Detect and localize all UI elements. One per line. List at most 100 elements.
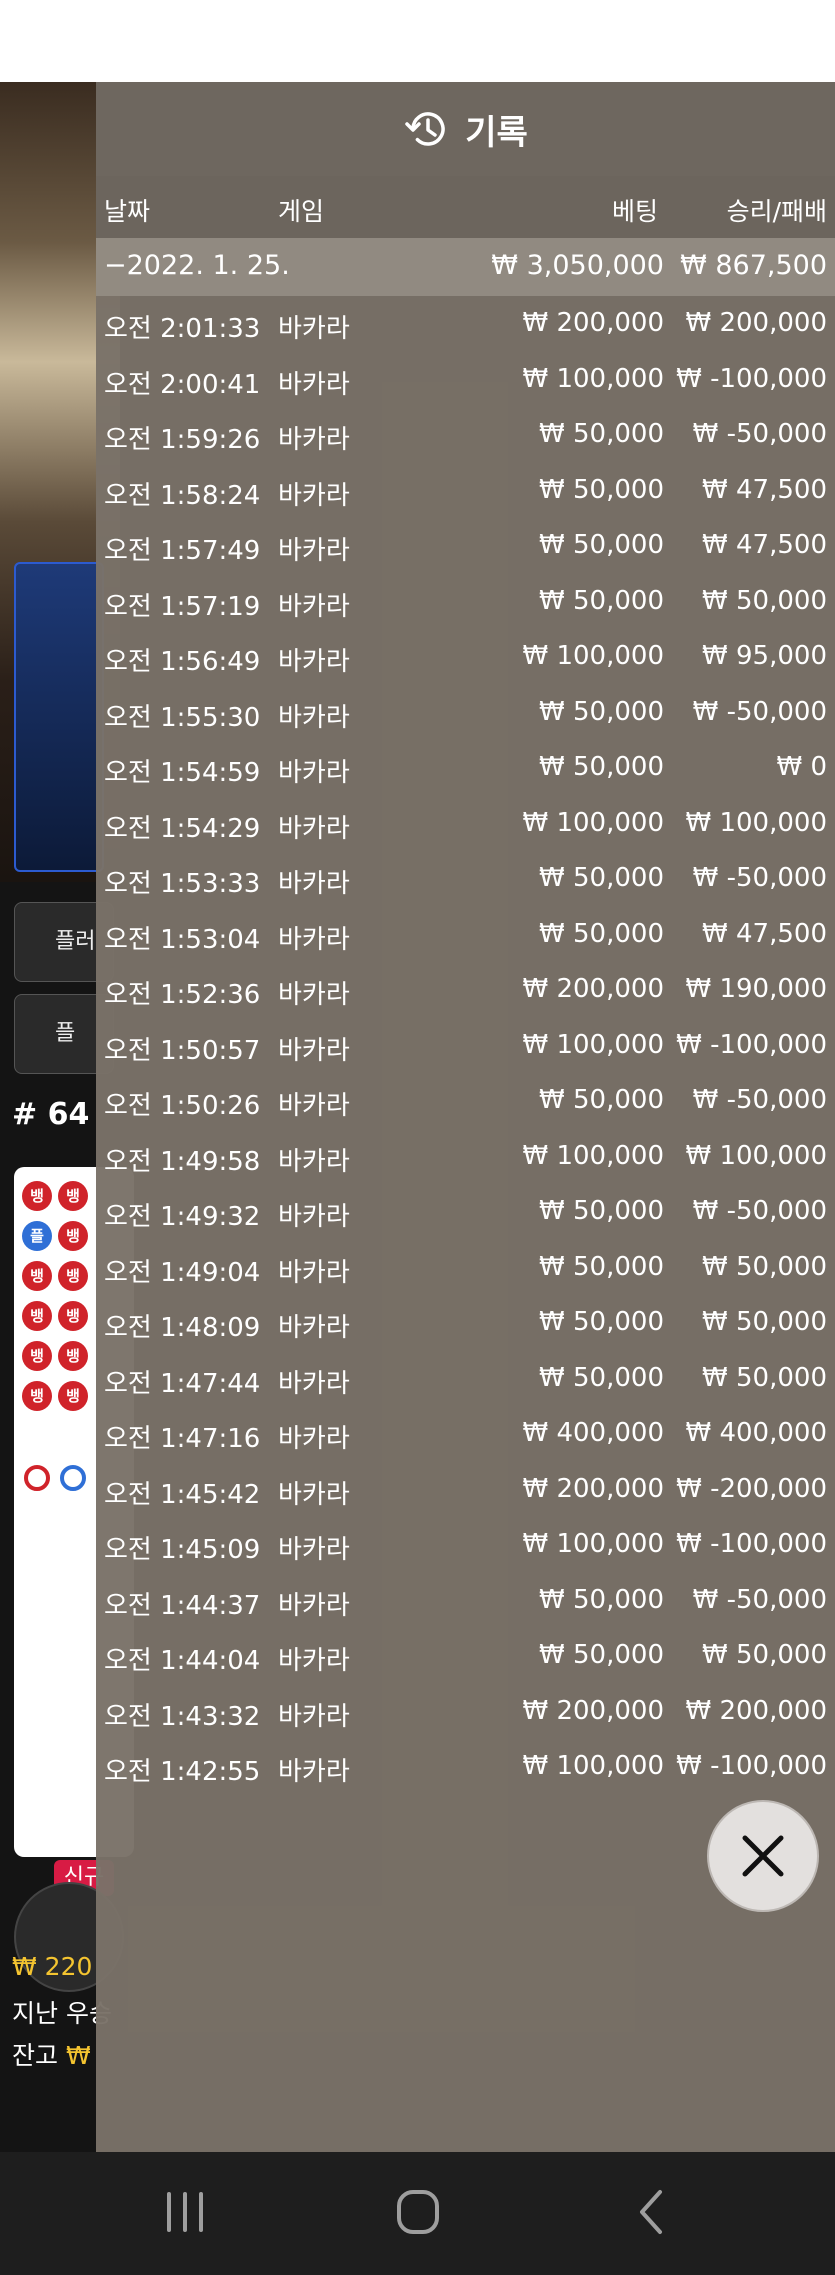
road-banker-cell: 뱅	[58, 1221, 88, 1251]
close-button[interactable]	[707, 1800, 819, 1912]
row-bet: ₩ 100,000	[522, 807, 665, 838]
row-result: ₩ 95,000	[702, 641, 827, 671]
history-row: 오전 1:48:09 바카라 ₩ 50,000 ₩ 50,000	[96, 1295, 835, 1351]
home-icon[interactable]	[378, 2182, 458, 2242]
row-result: ₩ 50,000	[702, 1251, 827, 1282]
row-result: ₩ -50,000	[692, 1085, 827, 1115]
row-game: 바카라	[278, 1757, 350, 1787]
row-bet: ₩ 50,000	[539, 1085, 664, 1115]
row-bet: ₩ 50,000	[539, 1584, 664, 1615]
history-column-headers: 날짜 게임 베팅 승리/패배	[96, 176, 835, 238]
row-time: 오전 1:53:04	[104, 924, 261, 955]
summary-result-total: ₩ 867,500	[680, 250, 827, 281]
history-row: 오전 1:53:04 바카라 ₩ 50,000 ₩ 47,500	[96, 907, 835, 963]
history-header: 기록	[96, 82, 835, 176]
row-time: 오전 1:43:32	[104, 1701, 261, 1732]
history-row: 오전 1:44:37 바카라 ₩ 50,000 ₩ -50,000	[96, 1573, 835, 1629]
row-game: 바카라	[278, 1424, 350, 1454]
row-result: ₩ 100,000	[685, 1140, 828, 1171]
row-bet: ₩ 100,000	[522, 1529, 665, 1559]
row-game: 바카라	[278, 480, 350, 511]
big-road-player-ring	[60, 1465, 86, 1491]
row-result: ₩ 47,500	[702, 530, 827, 560]
row-time: 오전 1:53:33	[104, 869, 261, 899]
row-result: ₩ 0	[776, 752, 827, 782]
row-result: ₩ -100,000	[676, 363, 827, 394]
history-row: 오전 1:54:59 바카라 ₩ 50,000 ₩ 0	[96, 740, 835, 796]
history-row: 오전 1:44:04 바카라 ₩ 50,000 ₩ 50,000	[96, 1628, 835, 1684]
row-time: 오전 1:47:16	[104, 1424, 261, 1454]
row-game: 바카라	[278, 536, 350, 566]
row-result: ₩ 400,000	[685, 1418, 828, 1448]
row-bet: ₩ 100,000	[522, 1140, 665, 1171]
round-number: # 64	[12, 1097, 90, 1132]
date-summary-row[interactable]: −2022. 1. 25. ₩ 3,050,000 ₩ 867,500	[96, 238, 835, 296]
recent-apps-icon[interactable]	[145, 2182, 225, 2242]
row-game: 바카라	[278, 369, 350, 400]
row-result: ₩ 100,000	[685, 807, 828, 838]
row-game: 바카라	[278, 924, 350, 955]
row-result: ₩ -100,000	[676, 1529, 827, 1559]
current-bet-amount: ₩ 220	[12, 1952, 93, 1981]
history-row: 오전 1:50:26 바카라 ₩ 50,000 ₩ -50,000	[96, 1073, 835, 1129]
summary-bet-total: ₩ 3,050,000	[491, 250, 664, 281]
summary-date: −2022. 1. 25.	[104, 250, 290, 281]
row-game: 바카라	[278, 758, 350, 788]
back-icon[interactable]	[612, 2182, 692, 2242]
history-row: 오전 1:49:32 바카라 ₩ 50,000 ₩ -50,000	[96, 1184, 835, 1240]
history-row: 오전 1:47:44 바카라 ₩ 50,000 ₩ 50,000	[96, 1351, 835, 1407]
row-time: 오전 1:54:29	[104, 813, 261, 844]
row-bet: ₩ 200,000	[522, 974, 665, 1004]
history-panel: 기록 날짜 게임 베팅 승리/패배 −2022. 1. 25. ₩ 3,050,…	[96, 82, 835, 2152]
row-time: 오전 1:56:49	[104, 647, 261, 677]
row-time: 오전 1:55:30	[104, 702, 261, 733]
row-result: ₩ -50,000	[692, 419, 827, 449]
row-bet: ₩ 200,000	[522, 308, 665, 338]
row-time: 오전 1:48:09	[104, 1313, 261, 1343]
road-banker-cell: 뱅	[58, 1301, 88, 1331]
row-bet: ₩ 50,000	[539, 1251, 664, 1282]
history-row: 오전 1:57:19 바카라 ₩ 50,000 ₩ 50,000	[96, 574, 835, 630]
row-bet: ₩ 100,000	[522, 641, 665, 671]
row-game: 바카라	[278, 1035, 350, 1066]
row-result: ₩ -100,000	[676, 1029, 827, 1060]
row-result: ₩ 47,500	[702, 918, 827, 949]
row-game: 바카라	[278, 1701, 350, 1732]
row-time: 오전 1:49:58	[104, 1146, 261, 1177]
road-banker-cell: 뱅	[22, 1301, 52, 1331]
player-bonus-label: 플	[55, 1021, 76, 1046]
row-time: 오전 1:57:19	[104, 591, 261, 622]
row-game: 바카라	[278, 980, 350, 1010]
row-game: 바카라	[278, 1257, 350, 1288]
road-player-cell: 플	[22, 1221, 52, 1251]
row-time: 오전 1:52:36	[104, 980, 261, 1010]
row-time: 오전 1:50:57	[104, 1035, 261, 1066]
history-row: 오전 1:42:55 바카라 ₩ 100,000 ₩ -100,000	[96, 1739, 835, 1795]
road-banker-cell: 뱅	[58, 1381, 88, 1411]
row-bet: ₩ 50,000	[539, 585, 664, 616]
row-result: ₩ 190,000	[685, 974, 828, 1004]
road-banker-cell: 뱅	[58, 1261, 88, 1291]
row-game: 바카라	[278, 1368, 350, 1399]
row-time: 오전 1:49:32	[104, 1202, 261, 1232]
row-time: 오전 2:01:33	[104, 314, 261, 344]
row-bet: ₩ 50,000	[539, 1362, 664, 1393]
road-banker-cell: 뱅	[22, 1341, 52, 1371]
balance-line: 잔고 ₩	[12, 2036, 91, 2072]
row-bet: ₩ 200,000	[522, 1473, 665, 1504]
row-result: ₩ -200,000	[676, 1473, 827, 1504]
history-rows: 오전 2:01:33 바카라 ₩ 200,000 ₩ 200,000 오전 2:00:4…	[96, 296, 835, 1795]
history-row: 오전 1:57:49 바카라 ₩ 50,000 ₩ 47,500	[96, 518, 835, 574]
row-result: ₩ 50,000	[702, 585, 827, 616]
player-bet-area[interactable]	[14, 562, 104, 872]
row-result: ₩ 50,000	[702, 1640, 827, 1670]
current-bet-line: ₩ 220	[12, 1952, 92, 1981]
row-result: ₩ -50,000	[692, 696, 827, 727]
row-game: 바카라	[278, 1146, 350, 1177]
row-result: ₩ 50,000	[702, 1362, 827, 1393]
row-result: ₩ -100,000	[676, 1751, 827, 1781]
row-time: 오전 1:57:49	[104, 536, 261, 566]
row-time: 오전 1:47:44	[104, 1368, 261, 1399]
player-pair-label: 플러	[55, 929, 96, 954]
column-game: 게임	[278, 197, 325, 226]
